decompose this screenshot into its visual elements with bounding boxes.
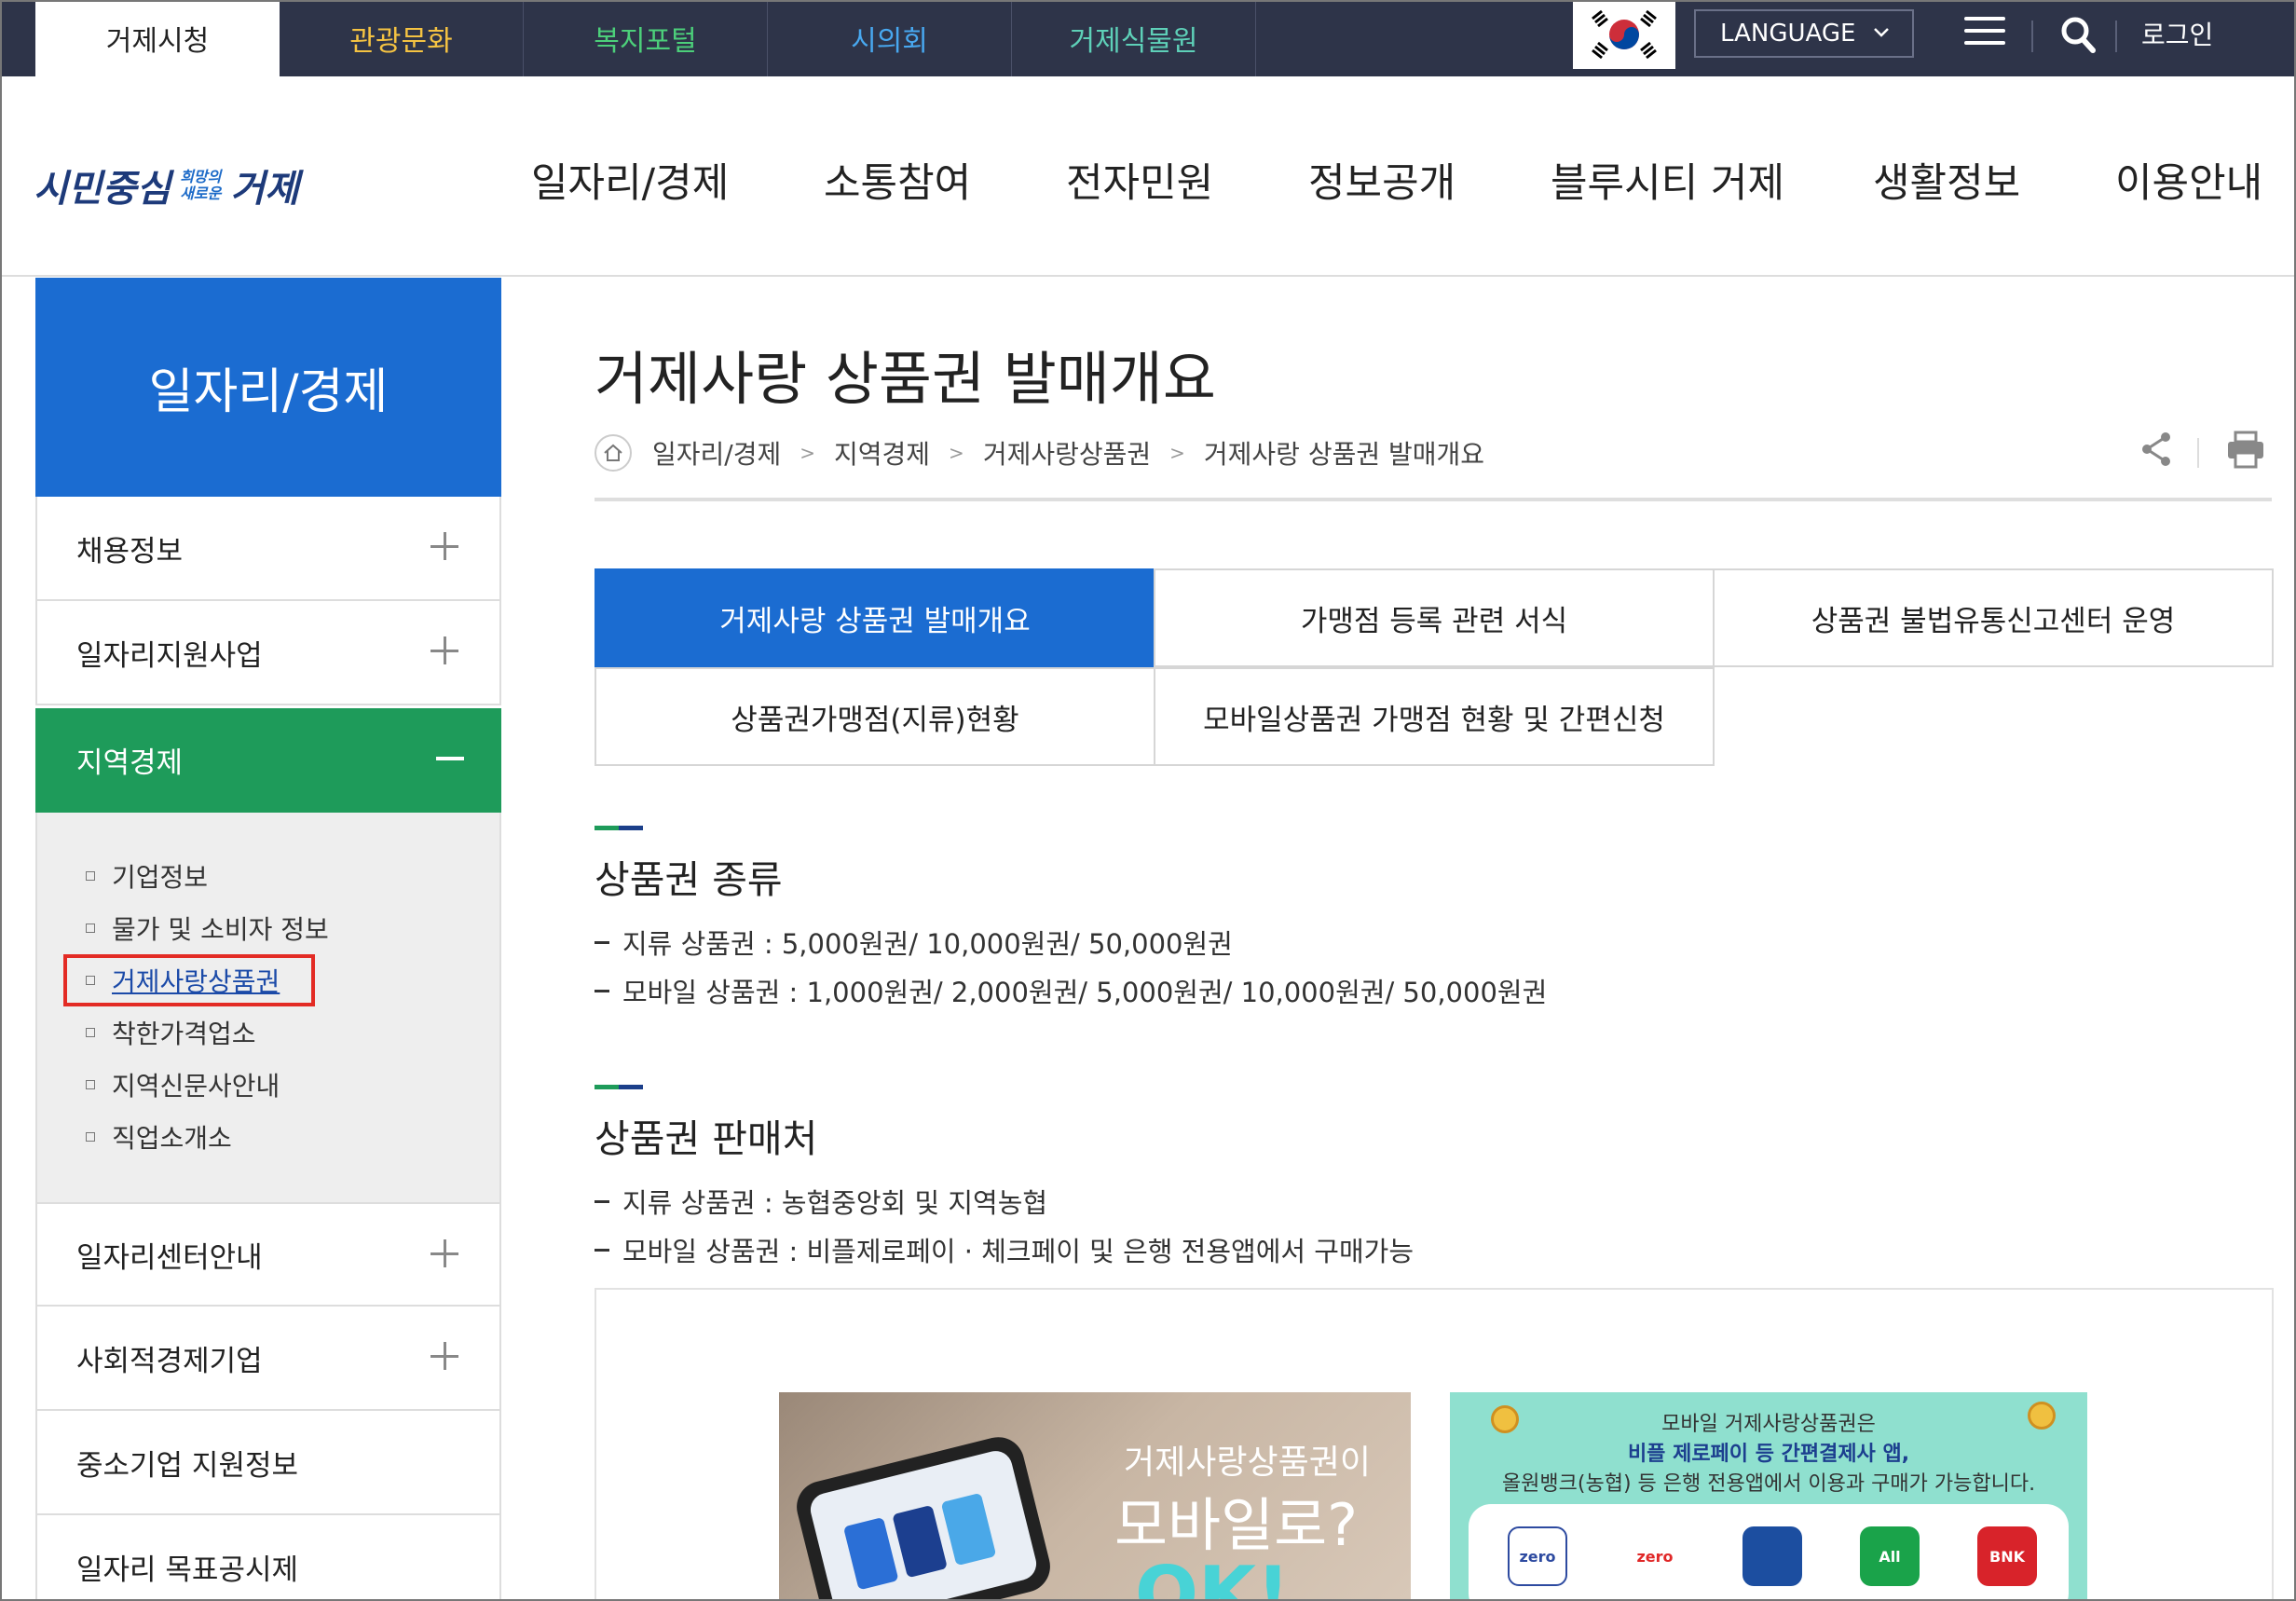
share-icon[interactable]	[2139, 431, 2173, 472]
gnb-information-disclosure[interactable]: 정보공개	[1308, 151, 1456, 209]
square-bullet-icon	[86, 1028, 95, 1037]
submenu-employment-agencies[interactable]: 직업소개소	[86, 1118, 232, 1156]
print-icon[interactable]	[2225, 431, 2266, 473]
breadcrumb-item[interactable]: 지역경제	[834, 434, 930, 472]
tab-city-council[interactable]: 시의회	[768, 0, 1012, 76]
promo-banner-mobile-ok: 거제사랑상품권이 모바일로? OK!	[779, 1392, 1411, 1601]
breadcrumb-separator-icon: >	[1169, 442, 1185, 464]
gnb-e-civil-service[interactable]: 전자민원	[1066, 151, 1213, 209]
minus-icon	[436, 757, 464, 760]
section-title-voucher-types: 상품권 종류	[594, 857, 783, 902]
dash-icon	[594, 989, 609, 992]
gnb-jobs-economy[interactable]: 일자리/경제	[531, 151, 729, 209]
breadcrumb-item[interactable]: 거제사랑상품권	[983, 434, 1151, 472]
sidebar-title: 일자리/경제	[35, 278, 501, 497]
submenu-prices-consumer[interactable]: 물가 및 소비자 정보	[86, 910, 329, 947]
divider	[2115, 21, 2117, 52]
plus-icon	[430, 636, 458, 664]
list-item: 지류 상품권 : 5,000원권/ 10,000원권/ 50,000원권	[594, 923, 1233, 962]
login-link[interactable]: 로그인	[2141, 0, 2213, 67]
list-item: 지류 상품권 : 농협중앙회 및 지역농협	[594, 1182, 1047, 1221]
tab-tourism-culture[interactable]: 관광문화	[280, 0, 524, 76]
content-tab-illegal-report-center[interactable]: 상품권 불법유통신고센터 운영	[1713, 568, 2274, 667]
tab-geoje-city[interactable]: 거제시청	[35, 0, 280, 76]
zero-app-icon: zero	[1625, 1526, 1685, 1586]
submenu-good-price-stores[interactable]: 착한가격업소	[86, 1014, 256, 1051]
content-tab-overview[interactable]: 거제사랑 상품권 발매개요	[594, 568, 1155, 667]
square-bullet-icon	[86, 924, 95, 933]
phone-image	[791, 1431, 1056, 1601]
sidebar-item-job-support[interactable]: 일자리지원사업	[35, 601, 501, 705]
top-utility-bar: 거제시청 관광문화 복지포털 시의회 거제식물원 LANGUAGE 로그인	[0, 0, 2296, 76]
sidebar-item-job-center[interactable]: 일자리센터안내	[35, 1202, 501, 1307]
section-title-sales-outlets: 상품권 판매처	[594, 1116, 818, 1161]
sidebar-item-recruitment[interactable]: 채용정보	[35, 497, 501, 601]
sidebar-item-job-target-disclosure[interactable]: 일자리 목표공시제	[35, 1515, 501, 1601]
list-item: 모바일 상품권 : 비플제로페이 · 체크페이 및 은행 전용앱에서 구매가능	[594, 1230, 1414, 1269]
sidebar-item-local-economy[interactable]: 지역경제	[35, 708, 501, 813]
dash-icon	[594, 940, 609, 944]
content-tab-merchant-forms[interactable]: 가맹점 등록 관련 서식	[1154, 568, 1715, 667]
breadcrumb-separator-icon: >	[800, 442, 815, 464]
highlight-box	[63, 954, 315, 1006]
breadcrumb-item: 거제사랑 상품권 발매개요	[1203, 439, 1485, 470]
breadcrumb: 일자리/경제 > 지역경제 > 거제사랑상품권 > 거제사랑 상품권 발매개요	[594, 434, 1484, 472]
tab-botanical-garden[interactable]: 거제식물원	[1012, 0, 1256, 76]
sidebar-item-social-economy[interactable]: 사회적경제기업	[35, 1307, 501, 1411]
search-icon[interactable]	[2059, 15, 2097, 54]
square-bullet-icon	[86, 1080, 95, 1089]
site-header: 시민중심 희망의 새로운 거제 일자리/경제 소통참여 전자민원 정보공개 블루…	[0, 76, 2296, 277]
language-select[interactable]: LANGUAGE	[1694, 9, 1914, 58]
sidebar-item-sme-support[interactable]: 중소기업 지원정보	[35, 1411, 501, 1515]
divider	[2197, 438, 2199, 468]
gnb-user-guide[interactable]: 이용안내	[2115, 151, 2262, 209]
submenu-company-info[interactable]: 기업정보	[86, 857, 208, 895]
dash-icon	[594, 1248, 609, 1252]
gnb-bluecity-geoje[interactable]: 블루시티 거제	[1551, 151, 1784, 209]
plus-icon	[430, 1342, 458, 1370]
promo-banner-payment-apps: 모바일 거제사랑상품권은 비플 제로페이 등 간편결제사 앱, 올원뱅크(농협)…	[1450, 1392, 2087, 1601]
dash-icon	[594, 1199, 609, 1203]
content-tab-mobile-merchants[interactable]: 모바일상품권 가맹점 현황 및 간편신청	[1154, 667, 1715, 766]
divider	[2031, 21, 2033, 52]
chevron-down-icon	[1874, 28, 1889, 37]
gnb-communication[interactable]: 소통참여	[824, 151, 971, 209]
page-title: 거제사랑 상품권 발매개요	[594, 345, 1216, 413]
section-accent-bar	[594, 826, 643, 830]
bnk-app-icon: BNK	[1977, 1526, 2037, 1586]
breadcrumb-divider	[594, 498, 2272, 501]
site-logo[interactable]: 시민중심 희망의 새로운 거제	[34, 158, 299, 212]
hamburger-menu-icon[interactable]	[1964, 17, 2005, 52]
breadcrumb-separator-icon: >	[949, 442, 964, 464]
plus-icon	[430, 532, 458, 560]
gnb-living-info[interactable]: 생활정보	[1873, 151, 2020, 209]
content-tab-paper-merchants[interactable]: 상품권가맹점(지류)현황	[594, 667, 1155, 766]
home-icon[interactable]	[594, 434, 632, 472]
square-bullet-icon	[86, 871, 95, 881]
square-bullet-icon	[86, 1132, 95, 1142]
plus-icon	[430, 1239, 458, 1267]
allone-bank-app-icon: All	[1860, 1526, 1920, 1586]
breadcrumb-item[interactable]: 일자리/경제	[652, 434, 781, 472]
gyeongnam-bank-app-icon	[1742, 1526, 1802, 1586]
submenu-local-newspapers[interactable]: 지역신문사안내	[86, 1066, 280, 1103]
zeropay-app-icon: zero	[1508, 1526, 1567, 1586]
tab-welfare-portal[interactable]: 복지포털	[524, 0, 768, 76]
list-item: 모바일 상품권 : 1,000원권/ 2,000원권/ 5,000원권/ 10,…	[594, 971, 1547, 1010]
section-accent-bar	[594, 1085, 643, 1089]
korean-flag-icon[interactable]	[1573, 0, 1675, 69]
